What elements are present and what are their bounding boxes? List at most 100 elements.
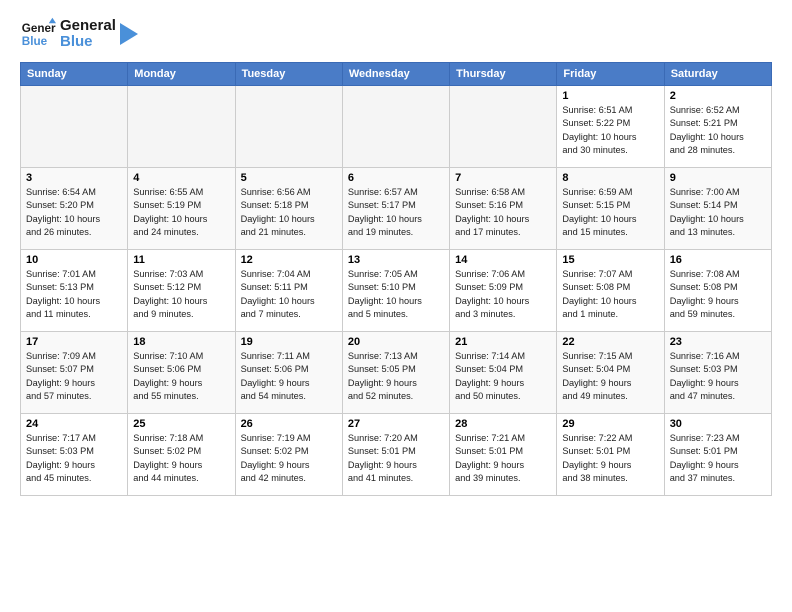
- weekday-header-friday: Friday: [557, 63, 664, 86]
- day-number: 3: [26, 172, 122, 184]
- calendar-cell: 14Sunrise: 7:06 AMSunset: 5:09 PMDayligh…: [450, 250, 557, 332]
- calendar-cell: 3 Sunrise: 6:54 AMSunset: 5:20 PMDaylight…: [21, 168, 128, 250]
- calendar-cell: [235, 86, 342, 168]
- header: General Blue General Blue: [20, 16, 772, 52]
- calendar-cell: 12 Sunrise: 7:04 AMSunset: 5:11 PMDayligh…: [235, 250, 342, 332]
- day-number: 18: [133, 336, 229, 348]
- calendar-week-5: 24 Sunrise: 7:17 AMSunset: 5:03 PMDayligh…: [21, 414, 772, 496]
- calendar-week-3: 10 Sunrise: 7:01 AMSunset: 5:13 PMDayligh…: [21, 250, 772, 332]
- day-number: 17: [26, 336, 122, 348]
- day-number: 1: [562, 90, 658, 102]
- day-number: 20: [348, 336, 444, 348]
- calendar-cell: 26 Sunrise: 7:19 AMSunset: 5:02 PMDayligh…: [235, 414, 342, 496]
- day-info: Sunrise: 6:59 AMSunset: 5:15 PMDaylight:…: [562, 186, 658, 239]
- calendar-cell: [450, 86, 557, 168]
- weekday-header-tuesday: Tuesday: [235, 63, 342, 86]
- svg-text:Blue: Blue: [22, 35, 48, 48]
- weekday-header-saturday: Saturday: [664, 63, 771, 86]
- day-info: Sunrise: 7:23 AMSunset: 5:01 PMDaylight:…: [670, 432, 766, 485]
- calendar-cell: 11 Sunrise: 7:03 AMSunset: 5:12 PMDayligh…: [128, 250, 235, 332]
- calendar-cell: 29 Sunrise: 7:22 AMSunset: 5:01 PMDayligh…: [557, 414, 664, 496]
- logo-blue: Blue: [60, 34, 116, 51]
- day-number: 11: [133, 254, 229, 266]
- day-number: 19: [241, 336, 337, 348]
- calendar-cell: 7 Sunrise: 6:58 AMSunset: 5:16 PMDaylight…: [450, 168, 557, 250]
- day-number: 29: [562, 418, 658, 430]
- day-number: 15: [562, 254, 658, 266]
- calendar-week-4: 17Sunrise: 7:09 AMSunset: 5:07 PMDayligh…: [21, 332, 772, 414]
- day-info: Sunrise: 7:04 AMSunset: 5:11 PMDaylight:…: [241, 268, 337, 321]
- day-info: Sunrise: 7:13 AMSunset: 5:05 PMDaylight:…: [348, 350, 444, 403]
- day-info: Sunrise: 6:52 AMSunset: 5:21 PMDaylight:…: [670, 104, 766, 157]
- calendar-cell: 13 Sunrise: 7:05 AMSunset: 5:10 PMDayligh…: [342, 250, 449, 332]
- calendar-cell: 10 Sunrise: 7:01 AMSunset: 5:13 PMDayligh…: [21, 250, 128, 332]
- day-number: 8: [562, 172, 658, 184]
- logo-icon: General Blue: [20, 16, 56, 52]
- calendar-cell: 9Sunrise: 7:00 AMSunset: 5:14 PMDaylight…: [664, 168, 771, 250]
- calendar-cell: 6 Sunrise: 6:57 AMSunset: 5:17 PMDaylight…: [342, 168, 449, 250]
- day-number: 9: [670, 172, 766, 184]
- calendar-cell: 4 Sunrise: 6:55 AMSunset: 5:19 PMDaylight…: [128, 168, 235, 250]
- day-info: Sunrise: 7:17 AMSunset: 5:03 PMDaylight:…: [26, 432, 122, 485]
- calendar-cell: 19 Sunrise: 7:11 AMSunset: 5:06 PMDayligh…: [235, 332, 342, 414]
- calendar-cell: 21 Sunrise: 7:14 AMSunset: 5:04 PMDayligh…: [450, 332, 557, 414]
- day-number: 24: [26, 418, 122, 430]
- day-number: 21: [455, 336, 551, 348]
- day-info: Sunrise: 7:01 AMSunset: 5:13 PMDaylight:…: [26, 268, 122, 321]
- day-info: Sunrise: 7:08 AMSunset: 5:08 PMDaylight:…: [670, 268, 766, 321]
- calendar-cell: 18 Sunrise: 7:10 AMSunset: 5:06 PMDayligh…: [128, 332, 235, 414]
- day-info: Sunrise: 7:11 AMSunset: 5:06 PMDaylight:…: [241, 350, 337, 403]
- day-info: Sunrise: 6:54 AMSunset: 5:20 PMDaylight:…: [26, 186, 122, 239]
- svg-text:General: General: [22, 22, 56, 35]
- day-info: Sunrise: 7:05 AMSunset: 5:10 PMDaylight:…: [348, 268, 444, 321]
- day-info: Sunrise: 6:56 AMSunset: 5:18 PMDaylight:…: [241, 186, 337, 239]
- day-number: 27: [348, 418, 444, 430]
- calendar-cell: [21, 86, 128, 168]
- calendar-cell: 2 Sunrise: 6:52 AMSunset: 5:21 PMDaylight…: [664, 86, 771, 168]
- day-number: 22: [562, 336, 658, 348]
- day-number: 4: [133, 172, 229, 184]
- day-number: 16: [670, 254, 766, 266]
- calendar-cell: 28Sunrise: 7:21 AMSunset: 5:01 PMDayligh…: [450, 414, 557, 496]
- calendar-table: SundayMondayTuesdayWednesdayThursdayFrid…: [20, 62, 772, 496]
- day-number: 7: [455, 172, 551, 184]
- calendar-week-2: 3 Sunrise: 6:54 AMSunset: 5:20 PMDaylight…: [21, 168, 772, 250]
- calendar-header-row: SundayMondayTuesdayWednesdayThursdayFrid…: [21, 63, 772, 86]
- calendar-cell: 22Sunrise: 7:15 AMSunset: 5:04 PMDayligh…: [557, 332, 664, 414]
- day-number: 6: [348, 172, 444, 184]
- day-info: Sunrise: 7:16 AMSunset: 5:03 PMDaylight:…: [670, 350, 766, 403]
- day-number: 25: [133, 418, 229, 430]
- day-number: 13: [348, 254, 444, 266]
- calendar-cell: 30Sunrise: 7:23 AMSunset: 5:01 PMDayligh…: [664, 414, 771, 496]
- day-info: Sunrise: 7:10 AMSunset: 5:06 PMDaylight:…: [133, 350, 229, 403]
- calendar-week-1: 1Sunrise: 6:51 AMSunset: 5:22 PMDaylight…: [21, 86, 772, 168]
- day-number: 5: [241, 172, 337, 184]
- day-number: 2: [670, 90, 766, 102]
- calendar-cell: 1Sunrise: 6:51 AMSunset: 5:22 PMDaylight…: [557, 86, 664, 168]
- day-info: Sunrise: 7:19 AMSunset: 5:02 PMDaylight:…: [241, 432, 337, 485]
- calendar-cell: [342, 86, 449, 168]
- day-info: Sunrise: 6:57 AMSunset: 5:17 PMDaylight:…: [348, 186, 444, 239]
- day-info: Sunrise: 7:22 AMSunset: 5:01 PMDaylight:…: [562, 432, 658, 485]
- day-info: Sunrise: 7:20 AMSunset: 5:01 PMDaylight:…: [348, 432, 444, 485]
- calendar-cell: 23 Sunrise: 7:16 AMSunset: 5:03 PMDayligh…: [664, 332, 771, 414]
- day-info: Sunrise: 6:55 AMSunset: 5:19 PMDaylight:…: [133, 186, 229, 239]
- day-number: 26: [241, 418, 337, 430]
- day-number: 10: [26, 254, 122, 266]
- calendar-cell: 16 Sunrise: 7:08 AMSunset: 5:08 PMDayligh…: [664, 250, 771, 332]
- calendar-cell: 25 Sunrise: 7:18 AMSunset: 5:02 PMDayligh…: [128, 414, 235, 496]
- day-info: Sunrise: 7:14 AMSunset: 5:04 PMDaylight:…: [455, 350, 551, 403]
- calendar-cell: 5 Sunrise: 6:56 AMSunset: 5:18 PMDaylight…: [235, 168, 342, 250]
- weekday-header-wednesday: Wednesday: [342, 63, 449, 86]
- day-info: Sunrise: 7:03 AMSunset: 5:12 PMDaylight:…: [133, 268, 229, 321]
- calendar-cell: 17Sunrise: 7:09 AMSunset: 5:07 PMDayligh…: [21, 332, 128, 414]
- weekday-header-monday: Monday: [128, 63, 235, 86]
- calendar-cell: 20 Sunrise: 7:13 AMSunset: 5:05 PMDayligh…: [342, 332, 449, 414]
- day-info: Sunrise: 7:06 AMSunset: 5:09 PMDaylight:…: [455, 268, 551, 321]
- day-info: Sunrise: 6:58 AMSunset: 5:16 PMDaylight:…: [455, 186, 551, 239]
- day-info: Sunrise: 7:18 AMSunset: 5:02 PMDaylight:…: [133, 432, 229, 485]
- day-number: 23: [670, 336, 766, 348]
- weekday-header-sunday: Sunday: [21, 63, 128, 86]
- calendar-cell: 27 Sunrise: 7:20 AMSunset: 5:01 PMDayligh…: [342, 414, 449, 496]
- day-number: 12: [241, 254, 337, 266]
